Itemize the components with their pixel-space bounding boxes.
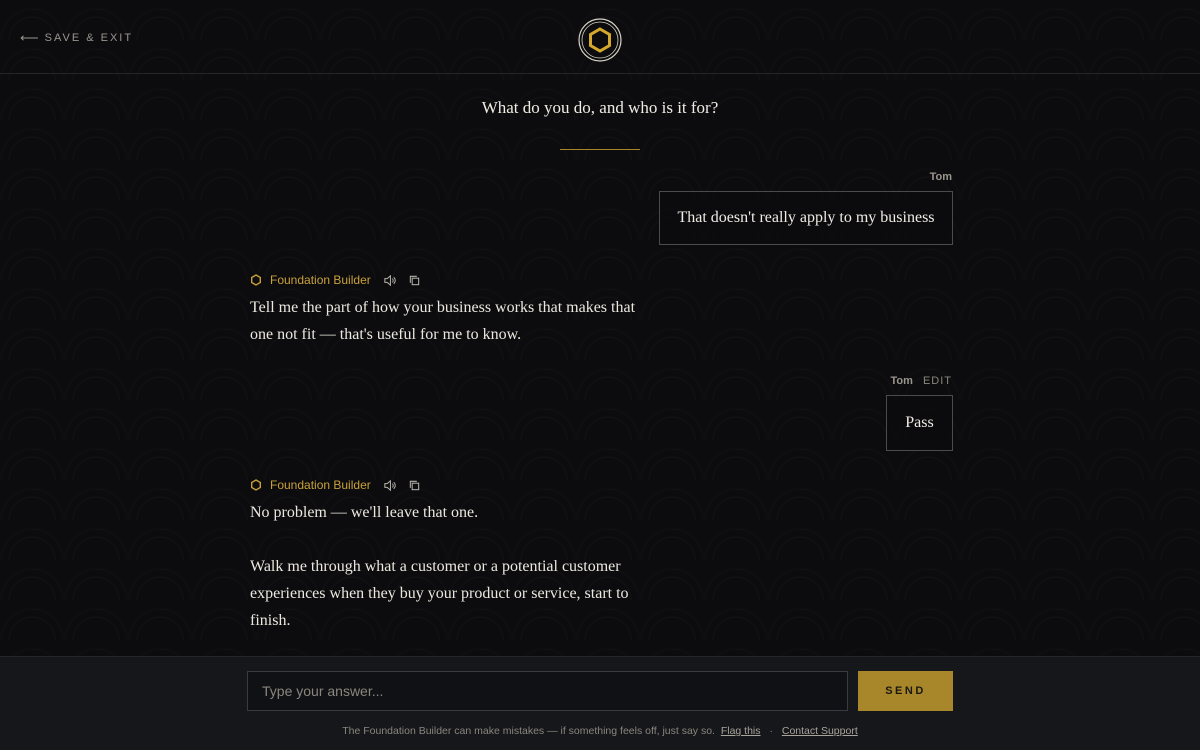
hexagon-icon <box>251 479 262 491</box>
hexagon-icon <box>251 274 262 286</box>
arrow-left-icon: ⟵ <box>20 30 39 45</box>
assistant-author: Foundation Builder <box>270 478 371 492</box>
top-bar: ⟵ SAVE & EXIT <box>0 0 1200 74</box>
copy-icon[interactable] <box>408 274 421 287</box>
edit-button[interactable]: EDIT <box>923 375 952 387</box>
user-author: Tom <box>929 171 952 183</box>
separator: · <box>769 725 773 737</box>
disclaimer-text: The Foundation Builder can make mistakes… <box>342 725 715 737</box>
assistant-message-meta: Foundation Builder <box>250 273 421 287</box>
question-divider <box>560 149 640 150</box>
assistant-author: Foundation Builder <box>270 273 371 287</box>
contact-support-link[interactable]: Contact Support <box>782 725 858 737</box>
assistant-message-text: No problem — we'll leave that one. Walk … <box>250 499 630 634</box>
user-message-meta: Tom EDIT <box>891 375 952 387</box>
user-author: Tom <box>890 375 913 387</box>
disclaimer: The Foundation Builder can make mistakes… <box>0 725 1200 737</box>
send-button[interactable]: SEND <box>858 671 953 711</box>
speaker-icon[interactable] <box>383 479 396 492</box>
speaker-icon[interactable] <box>383 274 396 287</box>
flag-link[interactable]: Flag this <box>721 725 761 737</box>
save-exit-label: SAVE & EXIT <box>44 32 134 44</box>
assistant-paragraph: No problem — we'll leave that one. <box>250 504 479 521</box>
copy-icon[interactable] <box>408 479 421 492</box>
assistant-paragraph: Tell me the part of how your business wo… <box>250 299 636 343</box>
assistant-message-meta: Foundation Builder <box>250 478 421 492</box>
answer-input[interactable] <box>247 671 848 711</box>
save-exit-button[interactable]: ⟵ SAVE & EXIT <box>20 30 133 46</box>
user-message-meta: Tom <box>930 171 952 183</box>
user-message-bubble: That doesn't really apply to my business <box>659 191 953 245</box>
assistant-paragraph: Walk me through what a customer or a pot… <box>250 558 629 629</box>
assistant-message-text: Tell me the part of how your business wo… <box>250 294 650 348</box>
user-message-bubble: Pass <box>886 395 953 451</box>
composer-bar: SEND The Foundation Builder can make mis… <box>0 656 1200 750</box>
current-question: What do you do, and who is it for? <box>481 98 719 117</box>
hexagon-logo-icon <box>578 18 622 62</box>
